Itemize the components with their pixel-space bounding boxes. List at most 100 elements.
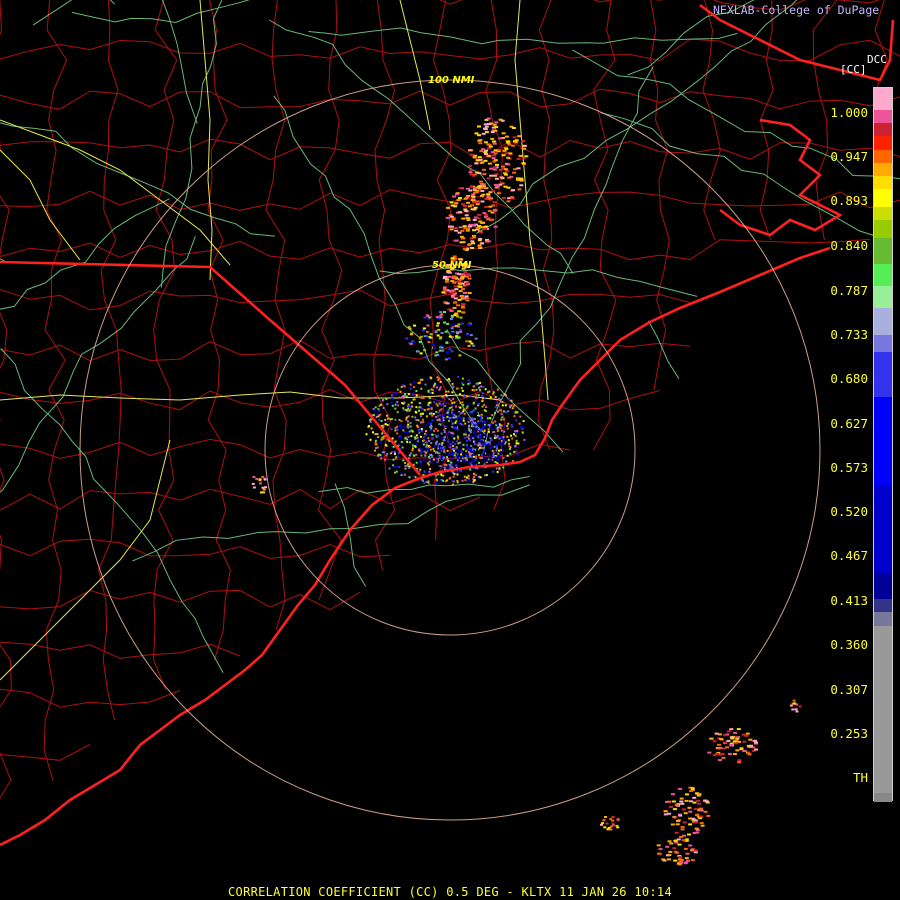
radar-echo-pixel bbox=[372, 431, 374, 434]
radar-echo-pixel bbox=[404, 464, 407, 467]
radar-echo-pixel bbox=[683, 812, 688, 815]
radar-echo-pixel bbox=[693, 808, 698, 811]
radar-echo-pixel bbox=[387, 417, 389, 420]
radar-echo-pixel bbox=[427, 341, 431, 344]
radar-echo-pixel bbox=[418, 406, 421, 409]
radar-echo-pixel bbox=[437, 455, 440, 458]
radar-echo-pixel bbox=[514, 410, 517, 413]
radar-echo-pixel bbox=[400, 441, 403, 443]
radar-echo-pixel bbox=[495, 402, 498, 405]
radar-echo-pixel bbox=[458, 226, 463, 229]
radar-echo-pixel bbox=[502, 450, 504, 453]
radar-echo-pixel bbox=[453, 314, 457, 317]
radar-echo-pixel bbox=[502, 149, 507, 152]
radar-echo-pixel bbox=[451, 466, 454, 469]
radar-echo-pixel bbox=[450, 350, 454, 353]
radar-echo-pixel bbox=[419, 352, 423, 355]
radar-echo-pixel bbox=[466, 435, 469, 438]
radar-echo-pixel bbox=[386, 453, 389, 455]
radar-echo-pixel bbox=[415, 406, 418, 409]
radar-echo-pixel bbox=[500, 418, 503, 421]
radar-echo-pixel bbox=[473, 479, 476, 482]
radar-echo-pixel bbox=[418, 337, 422, 340]
radar-echo-pixel bbox=[472, 437, 475, 440]
radar-echo-pixel bbox=[478, 139, 483, 142]
radar-echo-pixel bbox=[407, 423, 410, 426]
colorbar-segment bbox=[874, 625, 892, 794]
radar-echo-pixel bbox=[261, 475, 265, 478]
radar-echo-pixel bbox=[430, 425, 433, 428]
radar-echo-pixel bbox=[412, 392, 415, 395]
radar-echo-pixel bbox=[477, 461, 480, 464]
radar-echo-pixel bbox=[415, 419, 418, 421]
radar-echo-pixel bbox=[453, 285, 458, 288]
radar-echo-pixel bbox=[491, 449, 494, 452]
interstate-line bbox=[514, 0, 549, 401]
radar-echo-pixel bbox=[487, 143, 492, 146]
radar-echo-pixel bbox=[378, 404, 381, 407]
radar-echo-pixel bbox=[421, 378, 424, 381]
radar-echo-pixel bbox=[459, 235, 464, 238]
colorbar-tick-label: 0.787 bbox=[830, 283, 868, 298]
radar-echo-pixel bbox=[461, 273, 465, 276]
radar-echo-pixel bbox=[404, 431, 407, 433]
radar-echo-pixel bbox=[457, 231, 462, 234]
radar-echo-pixel bbox=[465, 445, 468, 448]
radar-echo-pixel bbox=[719, 738, 724, 741]
radar-echo-pixel bbox=[507, 143, 512, 146]
radar-echo-pixel bbox=[506, 156, 511, 159]
radar-echo-pixel bbox=[431, 343, 435, 346]
radar-echo-pixel bbox=[462, 419, 465, 422]
radar-echo-pixel bbox=[451, 404, 454, 407]
radar-echo-pixel bbox=[418, 402, 421, 405]
colorbar-tick-label: 0.627 bbox=[830, 416, 868, 431]
radar-echo-pixel bbox=[392, 445, 395, 448]
radar-echo-pixel bbox=[259, 491, 263, 494]
radar-echo-pixel bbox=[466, 395, 468, 398]
colorbar-segment bbox=[874, 123, 892, 137]
radar-echo-pixel bbox=[656, 844, 661, 847]
radar-echo-pixel bbox=[506, 200, 511, 203]
radar-echo-pixel bbox=[255, 478, 259, 481]
radar-echo-pixel bbox=[453, 447, 456, 450]
radar-echo-pixel bbox=[413, 398, 416, 401]
radar-echo-pixel bbox=[487, 162, 492, 165]
radar-echo-pixel bbox=[446, 458, 449, 460]
radar-echo-pixel bbox=[458, 290, 463, 293]
radar-echo-pixel bbox=[503, 430, 506, 433]
radar-echo-pixel bbox=[445, 341, 449, 344]
colorbar-tick-label: 0.680 bbox=[830, 371, 868, 386]
radar-echo-pixel bbox=[517, 442, 520, 445]
radar-echo-pixel bbox=[500, 453, 503, 456]
radar-echo-pixel bbox=[688, 817, 693, 820]
radar-echo-pixel bbox=[475, 159, 480, 162]
radar-echo-pixel bbox=[503, 168, 508, 171]
radar-echo-pixel bbox=[477, 394, 480, 397]
radar-echo-pixel bbox=[693, 849, 698, 852]
radar-echo-pixel bbox=[487, 210, 492, 212]
radar-echo-pixel bbox=[463, 271, 468, 274]
radar-echo-pixel bbox=[476, 435, 479, 438]
radar-echo-pixel bbox=[411, 449, 414, 452]
radar-echo-pixel bbox=[470, 444, 473, 447]
radar-echo-pixel bbox=[440, 332, 444, 334]
radar-echo-pixel bbox=[449, 201, 454, 204]
radar-echo-pixel bbox=[472, 401, 475, 404]
radar-echo-pixel bbox=[480, 453, 483, 456]
radar-echo-pixel bbox=[415, 461, 418, 464]
radar-echo-pixel bbox=[506, 427, 509, 430]
radar-echo-pixel bbox=[439, 346, 442, 349]
radar-echo-pixel bbox=[484, 415, 487, 418]
radar-echo-pixel bbox=[421, 430, 424, 432]
radar-echo-pixel bbox=[458, 460, 461, 463]
radar-echo-pixel bbox=[418, 431, 421, 434]
radar-echo-pixel bbox=[433, 445, 436, 448]
radar-echo-pixel bbox=[470, 199, 475, 202]
radar-echo-pixel bbox=[422, 436, 425, 439]
radar-echo-pixel bbox=[506, 424, 509, 427]
radar-echo-pixel bbox=[442, 286, 447, 289]
colorbar-segment bbox=[874, 484, 892, 573]
radar-echo-pixel bbox=[500, 429, 503, 432]
county-line bbox=[0, 238, 871, 261]
radar-echo-pixel bbox=[417, 381, 420, 384]
